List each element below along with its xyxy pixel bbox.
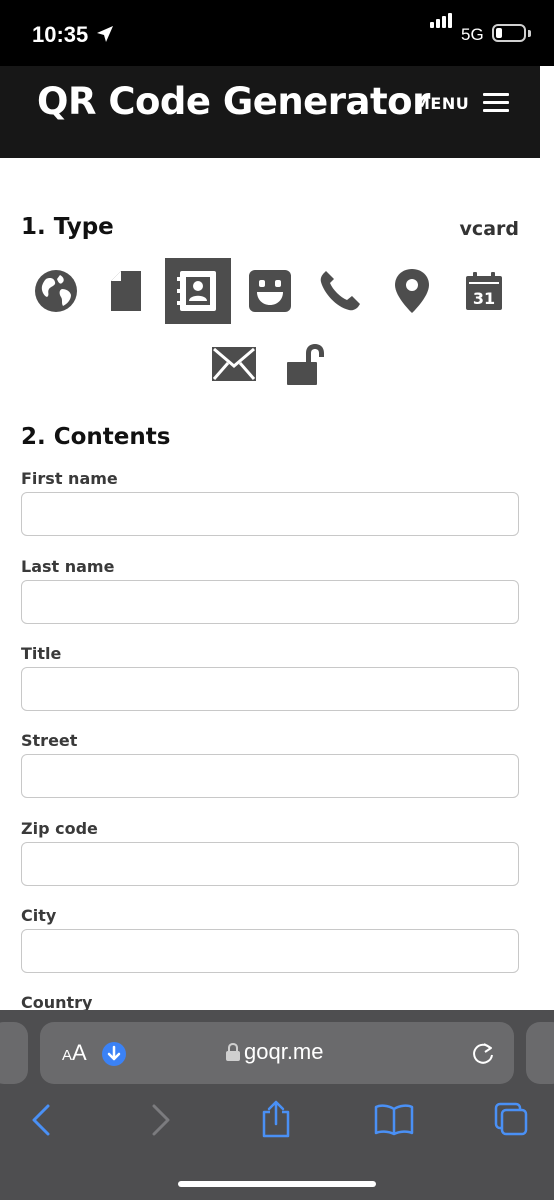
city-label: City xyxy=(21,906,57,925)
city-input[interactable] xyxy=(21,929,519,973)
url-display[interactable]: goqr.me xyxy=(226,1039,324,1065)
site-header: QR Code Generator MENU xyxy=(0,66,540,158)
zip-code-input[interactable] xyxy=(21,842,519,886)
type-event-option[interactable]: 31 xyxy=(451,258,517,324)
url-text: goqr.me xyxy=(244,1039,324,1064)
type-url-option[interactable] xyxy=(23,258,89,324)
type-wifi-option[interactable] xyxy=(273,331,339,397)
type-vcard-option[interactable] xyxy=(165,258,231,324)
forward-arrow-icon[interactable] xyxy=(150,1104,172,1136)
hamburger-icon xyxy=(483,93,510,113)
type-phone-option[interactable] xyxy=(307,258,373,324)
type-location-option[interactable] xyxy=(379,258,445,324)
last-name-input[interactable] xyxy=(21,580,519,624)
last-name-label: Last name xyxy=(21,557,115,576)
status-bar: 10:35 5G xyxy=(0,0,554,66)
share-icon[interactable] xyxy=(260,1100,292,1138)
status-time: 10:35 xyxy=(32,22,89,47)
type-sms-option[interactable] xyxy=(237,258,303,324)
previous-tab-preview[interactable] xyxy=(0,1022,28,1084)
menu-label: MENU xyxy=(414,93,470,113)
calendar-day-text: 31 xyxy=(473,289,495,308)
type-email-option[interactable] xyxy=(201,331,267,397)
reload-icon[interactable] xyxy=(470,1041,496,1067)
lock-icon xyxy=(226,1043,240,1061)
globe-icon xyxy=(35,270,77,312)
bookmarks-icon[interactable] xyxy=(374,1104,414,1136)
type-text-option[interactable] xyxy=(93,258,159,324)
back-arrow-icon[interactable] xyxy=(30,1104,52,1136)
battery-icon xyxy=(492,24,526,42)
first-name-label: First name xyxy=(21,469,118,488)
smiley-icon xyxy=(249,270,291,312)
title-input[interactable] xyxy=(21,667,519,711)
downloads-button[interactable] xyxy=(102,1042,126,1066)
unlock-icon xyxy=(287,344,324,385)
phone-icon xyxy=(320,271,360,311)
street-input[interactable] xyxy=(21,754,519,798)
selected-type-label: vcard xyxy=(459,218,519,240)
contact-card-icon xyxy=(177,271,216,311)
site-title[interactable]: QR Code Generator xyxy=(37,80,430,123)
home-indicator xyxy=(178,1181,376,1187)
location-arrow-icon xyxy=(97,26,113,42)
calendar-icon: 31 xyxy=(466,272,502,310)
envelope-icon xyxy=(212,347,256,381)
page-settings-button[interactable]: AA xyxy=(62,1040,87,1066)
network-type: 5G xyxy=(461,25,484,44)
map-pin-icon xyxy=(395,269,429,313)
document-icon xyxy=(111,271,141,311)
first-name-input[interactable] xyxy=(21,492,519,536)
contents-heading: 2. Contents xyxy=(21,424,171,450)
next-tab-preview[interactable] xyxy=(526,1022,554,1084)
street-label: Street xyxy=(21,731,78,750)
zip-code-label: Zip code xyxy=(21,819,98,838)
type-heading: 1. Type xyxy=(21,214,114,240)
title-label: Title xyxy=(21,644,62,663)
menu-button[interactable]: MENU xyxy=(414,93,510,113)
tabs-icon[interactable] xyxy=(494,1102,528,1136)
download-arrow-icon xyxy=(107,1045,121,1061)
